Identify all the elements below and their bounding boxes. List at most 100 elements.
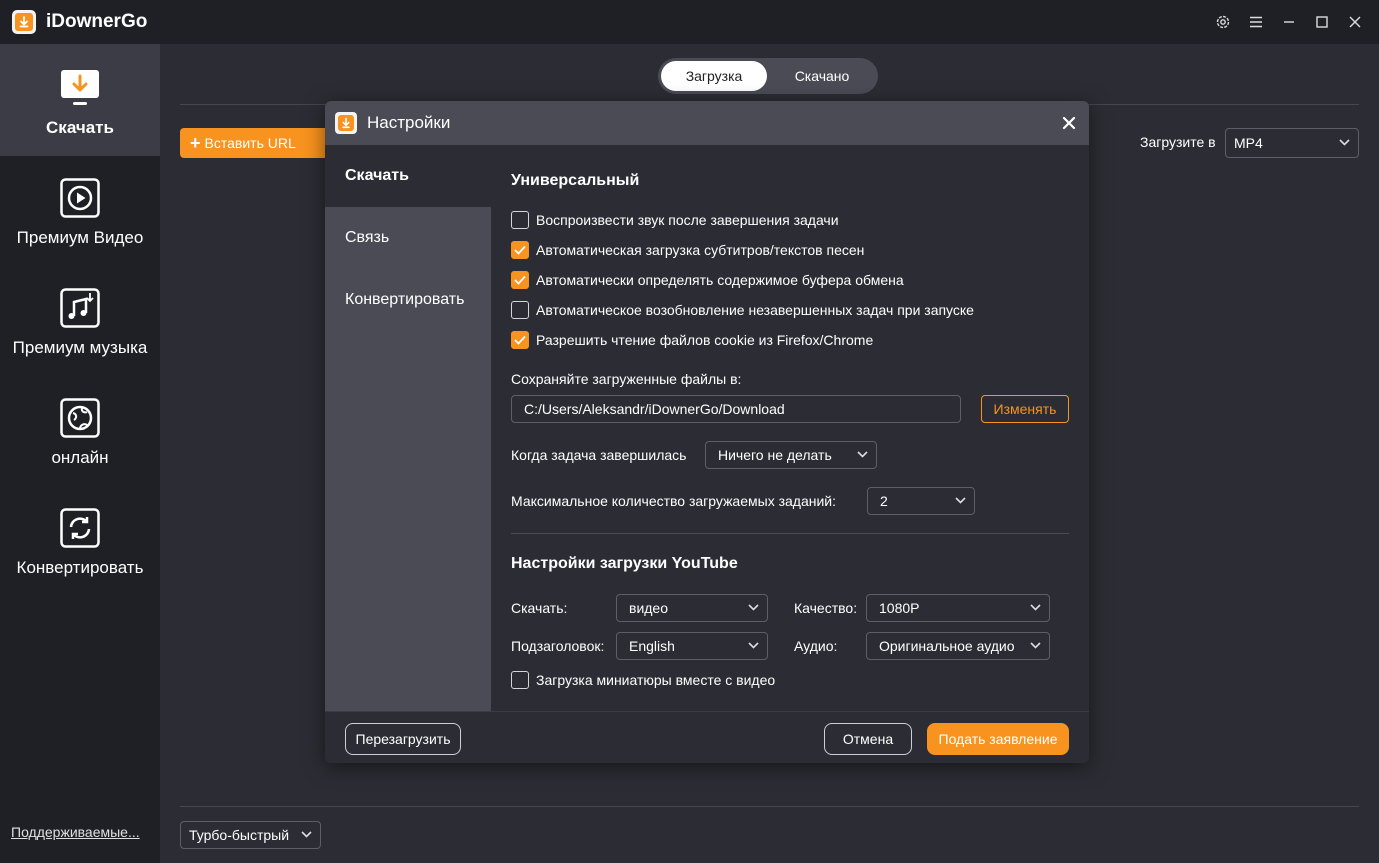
sidebar: Скачать Премиум Видео Премиум музыка онл… (0, 44, 160, 863)
yt-audio-select[interactable]: Оригинальное аудио (866, 632, 1050, 660)
option-label: Автоматически определять содержимое буфе… (536, 272, 904, 288)
format-value: MP4 (1234, 135, 1263, 151)
checkbox[interactable] (511, 331, 529, 349)
option-play-sound[interactable]: Воспроизвести звук после завершения зада… (511, 211, 839, 229)
tab-convert-settings[interactable]: Конвертировать (325, 269, 491, 331)
sidebar-item-premium-music[interactable]: Премиум музыка (0, 264, 160, 376)
checkbox[interactable] (511, 271, 529, 289)
on-complete-select[interactable]: Ничего не делать (705, 441, 877, 469)
apply-button[interactable]: Подать заявление (927, 723, 1069, 755)
chevron-down-icon (1339, 139, 1350, 146)
chevron-down-icon (955, 497, 966, 504)
divider (511, 533, 1069, 534)
yt-audio-value: Оригинальное аудио (879, 638, 1015, 654)
save-path-input[interactable]: C:/Users/Aleksandr/iDownerGo/Download (511, 395, 961, 423)
play-icon (60, 178, 100, 218)
option-auto-subtitles[interactable]: Автоматическая загрузка субтитров/тексто… (511, 241, 864, 259)
settings-body: Универсальный Воспроизвести звук после з… (491, 145, 1089, 711)
sidebar-item-convert[interactable]: Конвертировать (0, 484, 160, 596)
option-label: Загрузка миниатюры вместе с видео (536, 672, 776, 688)
chevron-down-icon (301, 831, 312, 838)
save-path-label: Сохраняйте загруженные файлы в: (511, 371, 742, 387)
section-youtube-title: Настройки загрузки YouTube (511, 555, 738, 572)
section-general-title: Универсальный (511, 172, 640, 189)
supported-sites-link[interactable]: Поддерживаемые... (11, 824, 140, 840)
settings-nav: Скачать Связь Конвертировать (325, 145, 491, 711)
on-complete-label: Когда задача завершилась (511, 447, 687, 463)
chevron-down-icon (1030, 604, 1041, 611)
max-tasks-value: 2 (880, 493, 888, 509)
yt-quality-value: 1080P (879, 600, 920, 616)
convert-icon (60, 508, 100, 548)
tab-downloaded[interactable]: Скачано (770, 61, 874, 91)
divider (180, 806, 1359, 807)
checkbox[interactable] (511, 211, 529, 229)
speed-select[interactable]: Турбо-быстрый (180, 821, 321, 849)
yt-subtitle-select[interactable]: English (616, 632, 768, 660)
dialog-footer: Перезагрузить Отмена Подать заявление (325, 711, 1089, 763)
checkbox[interactable] (511, 241, 529, 259)
minimize-icon[interactable] (1272, 0, 1305, 44)
option-clipboard-detect[interactable]: Автоматически определять содержимое буфе… (511, 271, 904, 289)
download-monitor-icon (60, 68, 100, 108)
menu-icon[interactable] (1239, 0, 1272, 44)
yt-quality-select[interactable]: 1080P (866, 594, 1050, 622)
sidebar-item-label: Скачать (46, 118, 114, 137)
chevron-down-icon (1030, 642, 1041, 649)
option-label: Автоматическая загрузка субтитров/тексто… (536, 242, 865, 258)
tab-download-settings[interactable]: Скачать (325, 145, 491, 207)
maximize-icon[interactable] (1305, 0, 1338, 44)
format-select[interactable]: MP4 (1225, 128, 1359, 158)
sidebar-item-label: Конвертировать (16, 558, 144, 577)
paste-url-label: Вставить URL (204, 135, 296, 151)
chevron-down-icon (857, 451, 868, 458)
close-window-icon[interactable] (1338, 0, 1371, 44)
close-icon[interactable] (1059, 113, 1079, 133)
checkbox[interactable] (511, 671, 529, 689)
title-bar: iDownerGo (0, 0, 1379, 44)
app-logo-icon (12, 10, 36, 34)
dialog-header: Настройки (325, 101, 1089, 145)
yt-subtitle-label: Подзаголовок: (511, 638, 605, 654)
yt-subtitle-value: English (629, 638, 675, 654)
option-auto-resume[interactable]: Автоматическое возобновление незавершенн… (511, 301, 974, 319)
plus-icon: + (190, 132, 201, 153)
option-thumbnail[interactable]: Загрузка миниатюры вместе с видео (511, 671, 775, 689)
sidebar-item-online[interactable]: онлайн (0, 374, 160, 486)
tab-connection[interactable]: Связь (325, 207, 491, 269)
settings-dialog: Настройки Скачать Связь Конвертировать У… (325, 101, 1089, 763)
dialog-title: Настройки (367, 113, 451, 132)
reset-button[interactable]: Перезагрузить (345, 723, 461, 755)
chevron-down-icon (748, 604, 759, 611)
chevron-down-icon (748, 642, 759, 649)
speed-value: Турбо-быстрый (189, 827, 290, 843)
tab-downloading[interactable]: Загрузка (661, 61, 767, 91)
globe-icon (60, 398, 100, 438)
checkbox[interactable] (511, 301, 529, 319)
yt-audio-label: Аудио: (794, 638, 838, 654)
on-complete-value: Ничего не делать (718, 447, 832, 463)
download-tabs: Загрузка Скачано (658, 58, 878, 94)
sidebar-item-label: онлайн (51, 448, 109, 467)
option-label: Автоматическое возобновление незавершенн… (536, 302, 974, 318)
option-read-cookies[interactable]: Разрешить чтение файлов cookie из Firefo… (511, 331, 873, 349)
yt-download-select[interactable]: видео (616, 594, 768, 622)
yt-download-label: Скачать: (511, 600, 568, 616)
download-format-label: Загрузите в (1140, 134, 1216, 150)
change-path-button[interactable]: Изменять (981, 395, 1069, 423)
app-title: iDownerGo (46, 11, 148, 32)
app-logo-icon (335, 112, 357, 134)
cancel-button[interactable]: Отмена (824, 723, 912, 755)
music-icon (60, 288, 100, 328)
yt-quality-label: Качество: (794, 600, 858, 616)
sidebar-item-download[interactable]: Скачать (0, 44, 160, 156)
sidebar-item-premium-video[interactable]: Премиум Видео (0, 154, 160, 266)
settings-gear-icon[interactable] (1206, 0, 1239, 44)
yt-download-value: видео (629, 600, 668, 616)
max-tasks-label: Максимальное количество загружаемых зада… (511, 493, 837, 509)
max-tasks-select[interactable]: 2 (867, 487, 975, 515)
option-label: Воспроизвести звук после завершения зада… (536, 212, 839, 228)
sidebar-item-label: Премиум Видео (16, 228, 144, 247)
sidebar-item-label: Премиум музыка (12, 338, 148, 357)
option-label: Разрешить чтение файлов cookie из Firefo… (536, 332, 874, 348)
